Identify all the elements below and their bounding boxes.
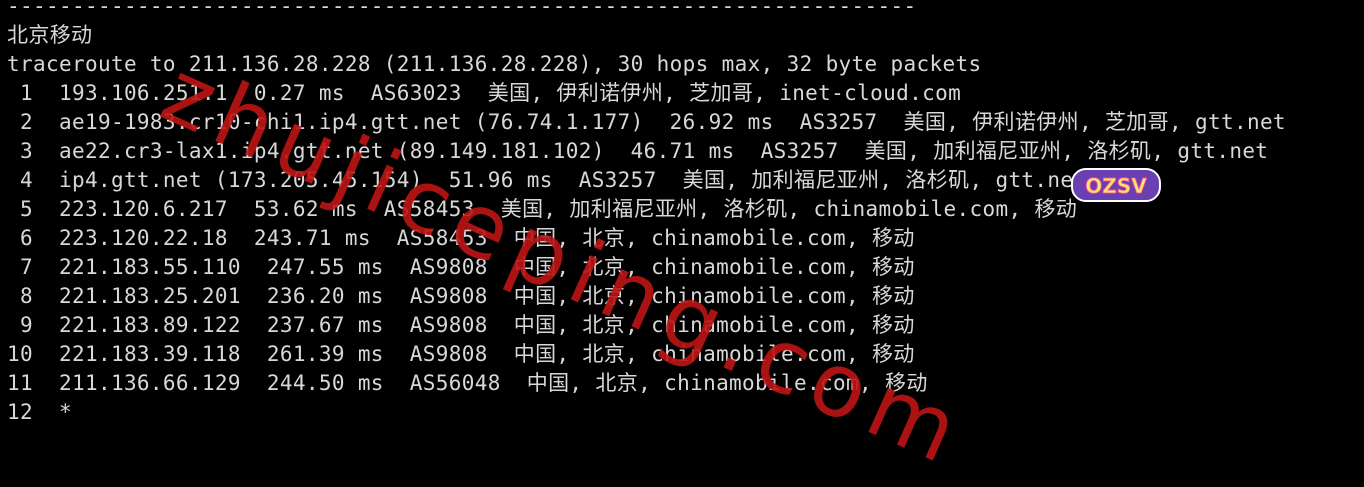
hop-line-8: 8 221.183.25.201 236.20 ms AS9808 中国, 北京…	[7, 284, 915, 308]
hop-line-9: 9 221.183.89.122 237.67 ms AS9808 中国, 北京…	[7, 313, 915, 337]
hop-line-3: 3 ae22.cr3-lax1.ip4.gtt.net (89.149.181.…	[7, 139, 1269, 163]
separator-line: ----------------------------------------…	[7, 0, 917, 18]
hop-line-5: 5 223.120.6.217 53.62 ms AS58453 美国, 加利福…	[7, 197, 1078, 221]
hop-line-10: 10 221.183.39.118 261.39 ms AS9808 中国, 北…	[7, 342, 915, 366]
hop-line-11: 11 211.136.66.129 244.50 ms AS56048 中国, …	[7, 371, 928, 395]
hop-line-12: 12 *	[7, 400, 72, 424]
hop-line-6: 6 223.120.22.18 243.71 ms AS58453 中国, 北京…	[7, 226, 915, 250]
terminal-output: ----------------------------------------…	[7, 0, 1361, 427]
hop-line-1: 1 193.106.251.1 0.27 ms AS63023 美国, 伊利诺伊…	[7, 81, 962, 105]
hop-line-7: 7 221.183.55.110 247.55 ms AS9808 中国, 北京…	[7, 255, 915, 279]
hop-line-4: 4 ip4.gtt.net (173.205.45.154) 51.96 ms …	[7, 168, 1087, 192]
traceroute-command: traceroute to 211.136.28.228 (211.136.28…	[7, 52, 982, 76]
hop-line-2: 2 ae19-1983.cr10-chi1.ip4.gtt.net (76.74…	[7, 110, 1286, 134]
section-title: 北京移动	[7, 23, 93, 47]
